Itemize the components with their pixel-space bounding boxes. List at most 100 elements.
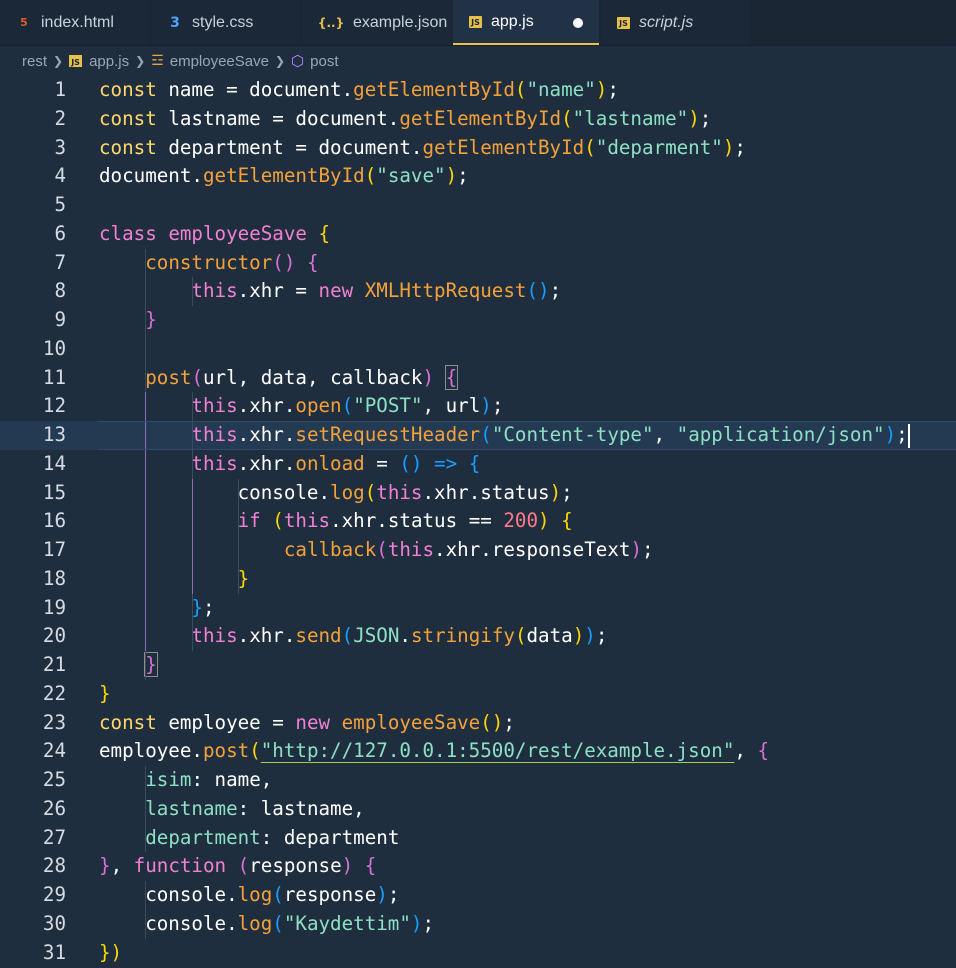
method-cube-icon: ⬡ <box>291 52 305 70</box>
code-token: ) <box>688 106 700 130</box>
html5-icon: 5 <box>20 16 28 29</box>
code-line[interactable]: 23 const employee = new employeeSave(); <box>0 709 956 738</box>
code-token: function <box>133 854 227 878</box>
code-lines[interactable]: 1 const name = document.getElementById("n… <box>0 76 956 967</box>
chevron-right-icon: ❯ <box>53 54 64 68</box>
code-line[interactable]: 21 } <box>0 651 956 680</box>
code-token: : name, <box>191 768 273 791</box>
javascript-icon: JS <box>469 15 482 28</box>
code-token: ( <box>364 480 377 504</box>
unsaved-changes-dot-icon[interactable] <box>573 18 583 28</box>
code-line[interactable]: 30 console.log("Kaydettim"); <box>0 909 956 939</box>
code-token: employeeSave <box>341 710 481 734</box>
code-token: url, data, callback <box>203 365 423 389</box>
line-number: 17 <box>42 538 66 561</box>
code-token: console. <box>99 911 238 935</box>
code-line[interactable]: 15 console.log(this.xhr.status); <box>0 478 956 508</box>
code-line[interactable]: 26 lastname: lastname, <box>0 794 956 824</box>
indent-guide <box>191 564 193 594</box>
code-token: ( <box>272 911 284 935</box>
code-line[interactable]: 3 const department = document.getElementB… <box>0 134 956 163</box>
breadcrumb-class[interactable]: employeeSave <box>170 53 269 70</box>
code-line[interactable]: 11 post(url, data, callback) { <box>0 363 956 393</box>
code-token: getElementById <box>422 135 585 159</box>
code-line[interactable]: 25 isim: name, <box>0 766 956 795</box>
code-line[interactable]: 10 <box>0 334 956 364</box>
code-line[interactable]: 7 constructor() { <box>0 248 956 278</box>
code-line[interactable]: 14 this.xhr.onload = () => { <box>0 449 956 479</box>
indent-guide <box>191 593 193 623</box>
code-line[interactable]: 2 const lastname = document.getElementByI… <box>0 105 956 134</box>
indent-guide <box>145 766 147 795</box>
code-line[interactable]: 19 }; <box>0 593 956 623</box>
tab-app-js[interactable]: JS app.js <box>453 0 599 45</box>
code-line[interactable]: 13 this.xhr.setRequestHeader("Content-ty… <box>0 421 956 450</box>
code-line[interactable]: 22} <box>0 680 956 709</box>
code-token: ; <box>561 480 573 504</box>
code-token: .xhr. <box>237 394 296 418</box>
indent-guide <box>145 392 147 421</box>
code-line[interactable]: 29 console.log(response); <box>0 881 956 910</box>
code-token: ) <box>422 365 435 389</box>
code-editor[interactable]: 1 const name = document.getElementById("n… <box>0 76 956 968</box>
line-number: 31 <box>42 940 66 964</box>
line-number: 23 <box>42 710 66 734</box>
tab-script-js[interactable]: JS script.js <box>601 0 750 45</box>
line-number: 3 <box>54 135 66 159</box>
code-line[interactable]: 28}, function (response) { <box>0 852 956 881</box>
code-text: this.xhr.onload = () => { <box>99 449 480 479</box>
code-text: }; <box>99 593 215 623</box>
code-line[interactable]: 5 <box>0 191 956 220</box>
line-number: 10 <box>42 336 66 360</box>
indent-guide <box>145 794 147 824</box>
tab-example-json[interactable]: {..} example.json <box>302 0 451 45</box>
code-text: const department = document.getElementBy… <box>99 134 746 163</box>
code-line[interactable]: 6 class employeeSave { <box>0 220 956 249</box>
indent-guide <box>191 622 193 651</box>
code-token: const <box>99 710 157 734</box>
code-token: ( <box>272 883 284 906</box>
indent-guide <box>145 622 147 651</box>
code-line[interactable]: 9 } <box>0 306 956 335</box>
tab-index-html[interactable]: 5 index.html <box>0 0 149 45</box>
code-token: name = document. <box>156 78 354 101</box>
code-line[interactable]: 18 } <box>0 564 956 594</box>
code-line[interactable]: 16 if (this.xhr.status == 200) { <box>0 507 956 536</box>
code-token: "Kaydettim" <box>283 911 411 935</box>
code-text: }) <box>99 939 122 968</box>
code-token: employee. <box>99 739 203 763</box>
code-line[interactable]: 12 this.xhr.open("POST", url); <box>0 392 956 421</box>
code-line[interactable]: 17 callback(this.xhr.responseText); <box>0 536 956 565</box>
code-token: . <box>399 624 411 648</box>
code-line[interactable]: 8 this.xhr = new XMLHttpRequest(); <box>0 277 956 306</box>
code-line[interactable]: 1 const name = document.getElementById("n… <box>0 76 956 105</box>
tab-style-css[interactable]: 3 style.css <box>151 0 300 45</box>
code-token: ) <box>884 423 897 446</box>
code-line[interactable]: 24 employee.post("http://127.0.0.1:5500/r… <box>0 737 956 766</box>
code-token: ( <box>237 854 250 878</box>
indent-guide <box>237 507 239 536</box>
indent-guide <box>191 478 193 508</box>
class-symbol-icon: ☲ <box>151 53 164 69</box>
code-text: console.log(this.xhr.status); <box>99 478 573 508</box>
breadcrumb-method[interactable]: post <box>310 53 338 70</box>
code-text: this.xhr.send(JSON.stringify(data)); <box>99 622 607 651</box>
code-line[interactable]: 31}) <box>0 939 956 968</box>
code-line[interactable]: 20 this.xhr.send(JSON.stringify(data)); <box>0 622 956 651</box>
indent-guide <box>145 306 147 335</box>
breadcrumb-folder[interactable]: rest <box>22 53 47 70</box>
indent-guide <box>191 277 193 306</box>
code-token: this <box>191 451 238 475</box>
code-line[interactable]: 27 department: department <box>0 823 956 853</box>
code-text: this.xhr.open("POST", url); <box>99 392 503 421</box>
code-token: } <box>191 595 203 619</box>
breadcrumb-file[interactable]: app.js <box>89 53 129 70</box>
code-line[interactable]: 4 document.getElementById("save"); <box>0 162 956 191</box>
code-token: ; <box>549 279 562 303</box>
